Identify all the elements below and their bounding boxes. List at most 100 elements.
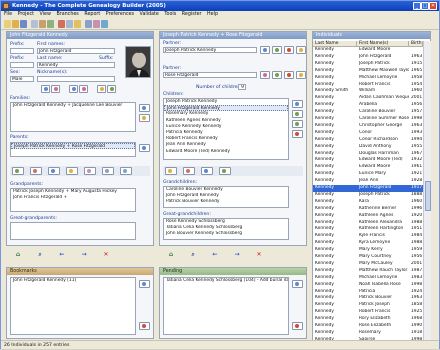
index-row[interactable]: Kennedy Caroline Bouvier 1957 (313, 109, 423, 116)
add-child-list-icon[interactable] (292, 100, 303, 108)
marriage-icon[interactable] (165, 167, 177, 175)
print-icon[interactable] (31, 20, 38, 28)
menu-report[interactable]: Report (84, 12, 100, 17)
great-grandchildren-list[interactable]: Rose Kennedy Schlossberg Tatiana Celia K… (163, 218, 289, 240)
index-row[interactable]: Kennedy Michael Lemoyne 1958 (313, 75, 423, 82)
children-list[interactable]: Joseph Patrick Kennedy John Fitzgerald K… (163, 98, 289, 160)
partner2-add-icon[interactable] (296, 71, 306, 79)
settings-icon[interactable] (93, 20, 100, 28)
add-person-icon[interactable] (41, 85, 50, 93)
chart-icon[interactable] (66, 20, 73, 28)
index-row[interactable]: Kennedy Noah Isabella Rose 1998 (313, 282, 423, 289)
grandchildren-list[interactable]: Caroline Bouvier Kennedy John Fitzgerald… (163, 186, 289, 208)
descendants-icon[interactable] (48, 167, 60, 175)
back-arrow-icon[interactable]: ← (58, 251, 66, 258)
notes-icon[interactable] (97, 85, 106, 93)
index-row[interactable]: Kennedy Rory Elizabeth 1968 (313, 316, 423, 323)
add-parents-icon[interactable] (139, 144, 150, 152)
partner2-remove-icon[interactable] (284, 71, 294, 79)
menu-help[interactable]: Help (207, 12, 218, 17)
index-scrollbar[interactable] (423, 41, 431, 341)
menu-project[interactable]: Project (18, 12, 34, 17)
parents-item[interactable]: Joseph Patrick Kennedy + Rose Fitzgerald (11, 143, 135, 150)
remove-bookmark-icon[interactable] (139, 322, 150, 330)
sources-icon[interactable] (107, 85, 116, 93)
first-names-input[interactable]: John Fitzgerald (37, 48, 115, 54)
index-row[interactable]: Kennedy Conor Richardson 1994 (313, 137, 423, 144)
menu-file[interactable]: File (4, 12, 12, 17)
families-list[interactable]: John Fitzgerald Kennedy + Jacqueline Lee… (10, 102, 136, 132)
maximize-button[interactable]: □ (421, 2, 429, 10)
parents-list[interactable]: Joseph Patrick Kennedy + Rose Fitzgerald (10, 142, 136, 157)
report-icon[interactable] (58, 20, 65, 28)
add-partner-icon[interactable] (51, 85, 60, 93)
index-row[interactable]: Kennedy Joseph Patrick 1888 (313, 192, 423, 199)
save-icon[interactable] (20, 20, 27, 28)
index-row[interactable]: Kennedy Kyra Lemoyne 1988 (313, 240, 423, 247)
index-row[interactable]: Kennedy Kathleen Hartington 1951 (313, 226, 423, 233)
web-icon[interactable] (120, 167, 132, 175)
index-row[interactable]: Kennedy Kathleen Alexandra 1988 (313, 220, 423, 227)
index-row[interactable]: Kennedy John Fitzgerald 1963 (313, 54, 423, 61)
divorce-icon[interactable] (183, 167, 195, 175)
index-row[interactable]: Kennedy Katherine Berner 1996 (313, 206, 423, 213)
edit-family-icon[interactable] (139, 114, 150, 122)
grandchild-item[interactable]: Patrick Bouvier Kennedy (164, 199, 288, 205)
move-up-icon[interactable] (292, 110, 303, 118)
remove-child-icon[interactable] (292, 130, 303, 138)
menu-tools[interactable]: Tools (164, 12, 176, 17)
help-icon[interactable] (101, 20, 108, 28)
menu-register[interactable]: Register (182, 12, 202, 17)
index-row[interactable]: Kennedy Robert Francis 1954 (313, 82, 423, 89)
children-count-input[interactable]: 9 (238, 84, 246, 90)
index-row[interactable]: Kennedy Eunice Mary 1921 (313, 171, 423, 178)
partner1-person-icon[interactable] (260, 46, 270, 54)
prefix2-input[interactable] (10, 62, 34, 68)
index-rows[interactable]: Kennedy Edward Moore Kennedy John Fitzgeral… (313, 47, 423, 341)
index-row[interactable]: Kennedy Mary McCauley 2001 (313, 261, 423, 268)
document-icon[interactable] (102, 167, 114, 175)
index-row[interactable]: Kennedy Mary Courtney 1956 (313, 254, 423, 261)
close-button[interactable]: ✕ (429, 2, 437, 10)
index-row[interactable]: Kennedy Conor 1993 (313, 130, 423, 137)
index-row[interactable]: Kennedy Kara 1960 (313, 199, 423, 206)
index-row[interactable]: Kennedy Patrick Bouvier 1963 (313, 295, 423, 302)
index-row[interactable]: Kennedy Douglas Harriman 1967 (313, 151, 423, 158)
partner1-remove-icon[interactable] (284, 46, 294, 54)
family-back-arrow-icon[interactable]: ← (211, 251, 219, 258)
index-row[interactable]: Kennedy Edward Moore (Ted) 1932 (313, 157, 423, 164)
family-notes-icon[interactable] (201, 167, 213, 175)
grandparents-item[interactable]: John Francis Fitzgerald + (11, 195, 135, 201)
partner1-find-icon[interactable] (272, 46, 282, 54)
menu-preferences[interactable]: Preferences (106, 12, 134, 17)
add-pending-icon[interactable] (292, 280, 303, 288)
index-row[interactable]: Kennedy Matthew Maxwell Taylor 1965 (313, 68, 423, 75)
ancestors-icon[interactable] (30, 167, 42, 175)
index-row[interactable]: Kennedy Rosemary 1918 (313, 330, 423, 337)
add-family-icon[interactable] (139, 104, 150, 112)
index-scroll-thumb[interactable] (425, 181, 431, 211)
index-row[interactable]: Kennedy Kathleen Agnes 1920 (313, 213, 423, 220)
bookmark-item[interactable]: John Fitzgerald Kennedy [11] (11, 278, 135, 284)
family-home-icon[interactable]: ⌂ (167, 251, 175, 258)
bookmarks-list[interactable]: John Fitzgerald Kennedy [11] (10, 277, 136, 335)
index-row[interactable]: Kennedy Matthew Rauch Taylor 1987 (313, 268, 423, 275)
partner2-person-icon[interactable] (260, 71, 270, 79)
delete-icon[interactable]: ✕ (102, 251, 110, 258)
home-icon[interactable]: ⌂ (14, 251, 22, 258)
partner1-add-icon[interactable] (296, 46, 306, 54)
child-item[interactable]: Edward Moore (Ted) Kennedy (164, 149, 288, 155)
portrait-photo[interactable] (125, 46, 151, 78)
partner1-input[interactable]: Joseph Patrick Kennedy (163, 47, 257, 53)
open-folder-icon[interactable] (12, 20, 19, 28)
index-row[interactable]: Kennedy Patrick Joseph 1858 (313, 302, 423, 309)
calendar-icon[interactable] (84, 167, 96, 175)
minimize-button[interactable]: _ (413, 2, 421, 10)
partner2-find-icon[interactable] (272, 71, 282, 79)
new-project-icon[interactable] (4, 20, 11, 28)
index-row[interactable]: Kennedy Aidan Caohman Vieques 2001 (313, 95, 423, 102)
index-row[interactable]: Kennedy Arabella 1956 (313, 102, 423, 109)
index-row[interactable]: Kennedy David Anthony 1955 (313, 144, 423, 151)
menu-view[interactable]: View (40, 12, 51, 17)
menu-validate[interactable]: Validate (140, 12, 159, 17)
